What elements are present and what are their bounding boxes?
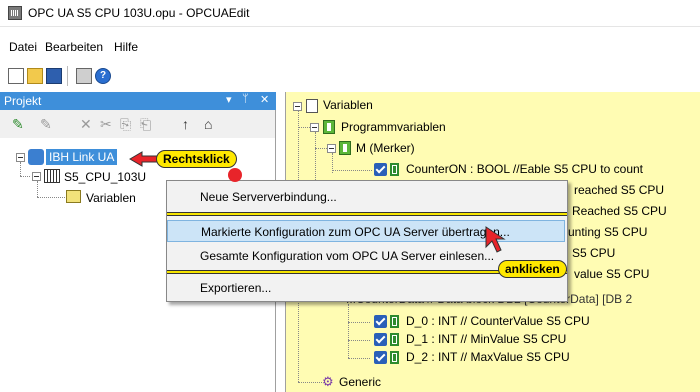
- checkbox[interactable]: [374, 333, 387, 346]
- project-panel-title: Projekt: [4, 94, 42, 108]
- variable-d2[interactable]: D_2 : INT // MaxValue S5 CPU: [406, 350, 570, 364]
- menu-item-label: Gesamte Konfiguration vom OPC UA Server …: [200, 249, 495, 263]
- variable-counteron[interactable]: CounterON : BOOL //Eable S5 CPU to count: [406, 162, 643, 176]
- tree-item-cpu[interactable]: S5_CPU_103U: [64, 170, 146, 184]
- tree-item-generic[interactable]: Generic: [339, 375, 381, 389]
- app-icon: [8, 6, 22, 20]
- collapse-icon[interactable]: [310, 123, 319, 132]
- generic-icon: ⚙: [322, 374, 334, 389]
- cpu-icon: [44, 169, 60, 183]
- project-toolbar: ✎ ✎ ✕ ✂ ⎘ ⎗ ↑ ⌂: [0, 112, 276, 136]
- tree-group-programmvariablen[interactable]: Programmvariablen: [341, 120, 446, 134]
- copy-icon[interactable]: ⎘: [120, 116, 131, 133]
- add-connection-icon[interactable]: ✎: [12, 116, 24, 133]
- marker-icon: [339, 141, 351, 155]
- checkbox[interactable]: [374, 163, 387, 176]
- menu-bearbeiten[interactable]: Bearbeiten: [45, 40, 103, 54]
- new-icon[interactable]: [8, 68, 24, 84]
- menu-item-label: Neue Serververbindung...: [200, 190, 337, 204]
- tree-item-variablen[interactable]: Variablen: [86, 191, 136, 205]
- pin-icon[interactable]: ᛘ: [242, 93, 249, 105]
- open-icon[interactable]: [27, 68, 43, 84]
- home-icon[interactable]: ⌂: [204, 116, 212, 132]
- tree-root-variablen[interactable]: Variablen: [323, 98, 373, 112]
- save-icon[interactable]: [46, 68, 62, 84]
- variable-icon: [390, 315, 399, 328]
- variable-row[interactable]: Reached S5 CPU: [572, 204, 667, 218]
- delete-icon[interactable]: ✕: [80, 116, 92, 133]
- window-title: OPC UA S5 CPU 103U.opu - OPCUAEdit: [28, 6, 250, 20]
- variable-row[interactable]: unting S5 CPU: [568, 225, 647, 239]
- edit-icon[interactable]: ✎: [40, 116, 52, 133]
- checkbox[interactable]: [374, 351, 387, 364]
- help-icon[interactable]: ?: [95, 68, 111, 84]
- right-click-callout: Rechtsklick: [156, 150, 237, 168]
- menu-item-label: Markierte Konfiguration zum OPC UA Serve…: [201, 225, 510, 239]
- tree-group-merker[interactable]: M (Merker): [356, 141, 415, 155]
- menu-datei[interactable]: Datei: [9, 40, 37, 54]
- click-dot: [228, 168, 242, 182]
- cut-icon[interactable]: ✂: [100, 116, 112, 133]
- paste-icon[interactable]: ⎗: [140, 116, 151, 133]
- collapse-icon[interactable]: [32, 172, 41, 181]
- cursor-arrow-icon: [485, 226, 506, 253]
- toolbar: ?: [0, 62, 700, 88]
- click-callout: anklicken: [498, 260, 567, 278]
- print-icon[interactable]: [76, 68, 92, 84]
- variable-row[interactable]: S5 CPU: [572, 246, 615, 260]
- collapse-icon[interactable]: [327, 144, 336, 153]
- toolbar-separator: [67, 66, 68, 86]
- variable-d1[interactable]: D_1 : INT // MinValue S5 CPU: [406, 332, 566, 346]
- menu-item-export[interactable]: Exportieren...: [167, 277, 565, 299]
- variable-icon: [390, 351, 399, 364]
- move-up-icon[interactable]: ↑: [182, 116, 189, 132]
- variable-icon: [390, 163, 399, 176]
- project-panel-header: Projekt ▾ ᛘ ✕: [0, 92, 276, 110]
- server-icon: [28, 149, 44, 165]
- group-icon: [323, 120, 335, 134]
- tree-item-ibh-link[interactable]: IBH Link UA: [46, 149, 118, 165]
- variable-icon: [390, 333, 399, 346]
- variable-row[interactable]: reached S5 CPU: [574, 183, 664, 197]
- variables-table-icon: [66, 190, 81, 203]
- collapse-icon[interactable]: [293, 102, 302, 111]
- panel-menu-icon[interactable]: ▾: [226, 93, 232, 106]
- title-bar: OPC UA S5 CPU 103U.opu - OPCUAEdit: [0, 0, 700, 27]
- menu-item-new-connection[interactable]: Neue Serververbindung...: [167, 186, 565, 208]
- checkbox[interactable]: [374, 315, 387, 328]
- variable-row[interactable]: value S5 CPU: [574, 267, 649, 281]
- collapse-icon[interactable]: [16, 153, 25, 162]
- folder-icon: [306, 99, 318, 113]
- close-icon[interactable]: ✕: [260, 93, 269, 106]
- variable-d0[interactable]: D_0 : INT // CounterValue S5 CPU: [406, 314, 590, 328]
- menu-hilfe[interactable]: Hilfe: [114, 40, 138, 54]
- menu-item-label: Exportieren...: [200, 281, 272, 295]
- menu-separator: [167, 212, 567, 216]
